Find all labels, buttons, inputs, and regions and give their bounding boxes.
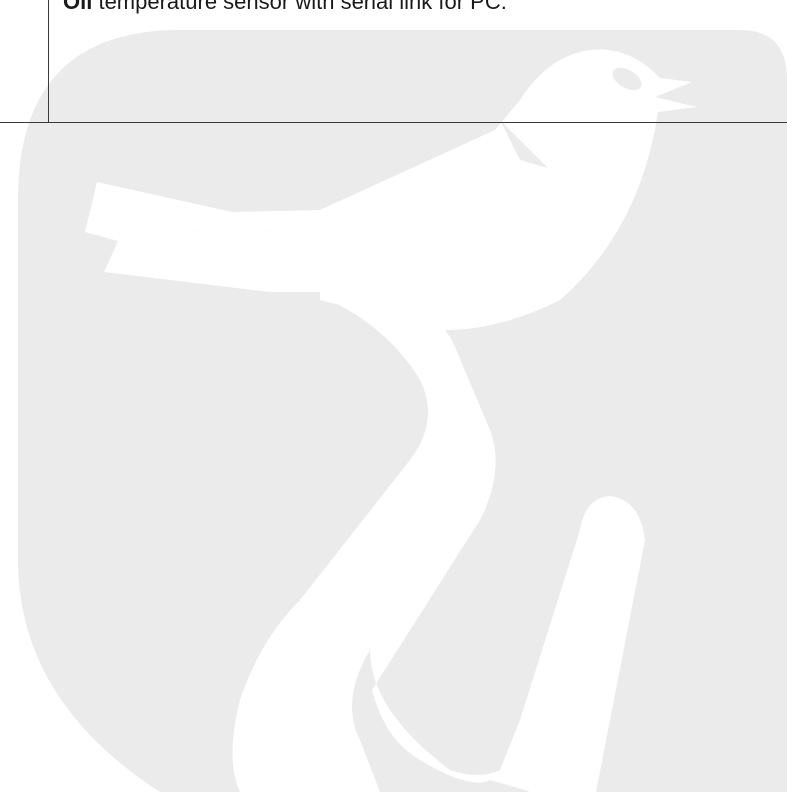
- caption-box: Oil temperature sensor with serial link …: [48, 0, 787, 122]
- caption-rest: temperature sensor with serial link for …: [92, 0, 507, 14]
- logo-tile: [18, 30, 787, 792]
- horizontal-rule: [0, 122, 787, 123]
- caption-text: Oil temperature sensor with serial link …: [63, 0, 507, 16]
- caption-lead: Oil: [63, 0, 93, 14]
